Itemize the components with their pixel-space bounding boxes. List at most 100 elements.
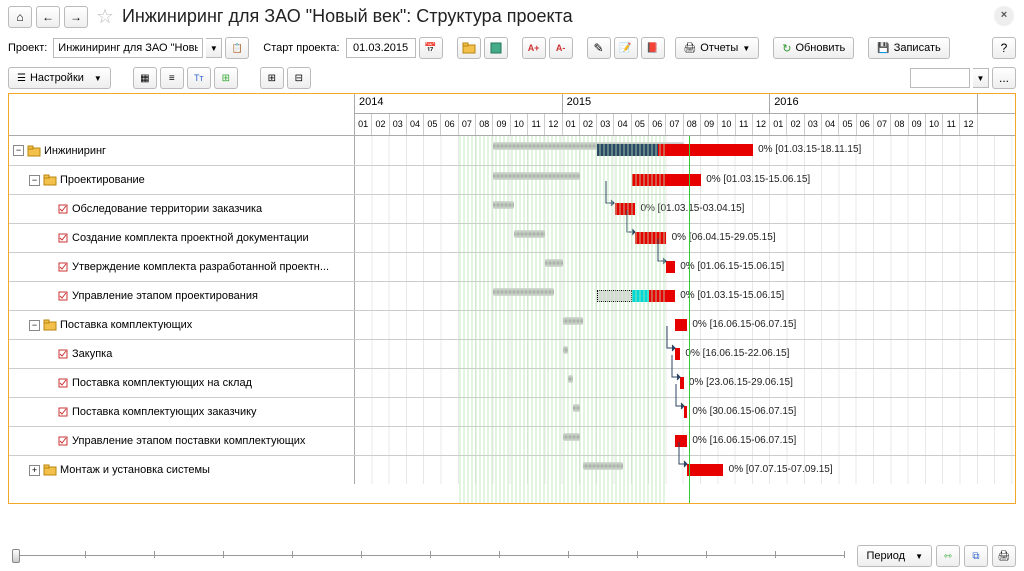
task-name: Поставка комплектующих на склад	[72, 377, 252, 389]
task-tree-cell[interactable]: Управление этапом поставки комплектующих	[9, 427, 355, 455]
filter-dropdown[interactable]: ▼	[973, 68, 989, 88]
task-tree-cell[interactable]: Закупка	[9, 340, 355, 368]
task-tree-cell[interactable]: −Проектирование	[9, 166, 355, 194]
view-tree-button[interactable]: ▦	[133, 67, 157, 89]
gantt-bars-area[interactable]: 0% [16.06.15-06.07.15]	[355, 311, 1015, 339]
gantt-bar[interactable]	[675, 435, 687, 447]
project-dropdown-arrow[interactable]: ▼	[206, 38, 222, 58]
expand-toggle[interactable]: −	[29, 320, 40, 331]
back-button[interactable]: ←	[36, 6, 60, 28]
task-icon	[57, 290, 69, 302]
gantt-bar[interactable]	[680, 377, 683, 389]
gantt-row: −Инжиниринг0% [01.03.15-18.11.15]	[9, 136, 1015, 165]
gantt-bars-area[interactable]: 0% [23.06.15-29.06.15]	[355, 369, 1015, 397]
gantt-bar[interactable]	[666, 261, 675, 273]
view-text-button[interactable]: Tт	[187, 67, 211, 89]
gantt-bar[interactable]	[687, 464, 723, 476]
task-tree-cell[interactable]: −Поставка комплектующих	[9, 311, 355, 339]
month-header: 06	[857, 114, 874, 135]
gantt-bar[interactable]	[675, 319, 687, 331]
gantt-bar[interactable]	[635, 232, 666, 244]
zoom-slider[interactable]	[8, 546, 853, 566]
forward-button[interactable]: →	[64, 6, 88, 28]
gantt-bars-area[interactable]: 0% [01.03.15-15.06.15]	[355, 282, 1015, 310]
expand-toggle[interactable]: −	[29, 175, 40, 186]
gantt-bar[interactable]	[684, 406, 687, 418]
gantt-bar-label: 0% [07.07.15-07.09.15]	[729, 464, 833, 475]
view-hierarchy-button[interactable]: ⊞	[214, 67, 238, 89]
baseline-bar	[568, 375, 573, 383]
gantt-bar[interactable]	[632, 174, 701, 186]
gantt-bars-area[interactable]: 0% [01.03.15-03.04.15]	[355, 195, 1015, 223]
task-tree-cell[interactable]: Создание комплекта проектной документаци…	[9, 224, 355, 252]
help-button[interactable]: ?	[992, 37, 1016, 59]
start-date-field[interactable]	[346, 38, 416, 58]
gantt-bars-area[interactable]: 0% [07.07.15-07.09.15]	[355, 456, 1015, 484]
zoom-in-button[interactable]: A+	[522, 37, 546, 59]
print-button[interactable]: 📕	[641, 37, 665, 59]
gantt-row: Закупка 0% [16.06.15-22.06.15]	[9, 339, 1015, 368]
link-view-button[interactable]: ⧉	[964, 545, 988, 567]
gantt-bars-area[interactable]: 0% [16.06.15-22.06.15]	[355, 340, 1015, 368]
gantt-bar[interactable]	[615, 203, 636, 215]
gantt-bar[interactable]	[649, 290, 675, 302]
task-name: Утверждение комплекта разработанной прое…	[72, 261, 329, 273]
gantt-bar[interactable]	[597, 144, 658, 156]
gantt-row: Утверждение комплекта разработанной прое…	[9, 252, 1015, 281]
gantt-bars-area[interactable]: 0% [01.03.15-18.11.15]	[355, 136, 1015, 165]
month-header: 08	[476, 114, 493, 135]
view-columns-button[interactable]: ≡	[160, 67, 184, 89]
period-button[interactable]: Период▼	[857, 545, 932, 567]
gantt-bars-area[interactable]: 0% [01.06.15-15.06.15]	[355, 253, 1015, 281]
expand-toggle[interactable]: −	[13, 145, 24, 156]
month-header: 04	[614, 114, 631, 135]
gantt-bars-area[interactable]: 0% [01.03.15-15.06.15]	[355, 166, 1015, 194]
project-select[interactable]	[53, 38, 203, 58]
folder-open-button[interactable]	[457, 37, 481, 59]
settings-button[interactable]: ☰Настройки▼	[8, 67, 111, 89]
filter-more-button[interactable]: ...	[992, 67, 1016, 89]
month-header: 07	[459, 114, 476, 135]
zoom-out-button[interactable]: A-	[549, 37, 573, 59]
properties-button[interactable]: 📝	[614, 37, 638, 59]
task-name: Закупка	[72, 348, 112, 360]
print-gantt-button[interactable]: 🖨	[992, 545, 1016, 567]
fit-width-button[interactable]: ⇿	[936, 545, 960, 567]
new-item-button[interactable]	[484, 37, 508, 59]
favorite-star-icon[interactable]: ☆	[96, 4, 114, 29]
gantt-bar[interactable]	[632, 290, 649, 302]
gantt-bars-area[interactable]: 0% [06.04.15-29.05.15]	[355, 224, 1015, 252]
filter-field[interactable]	[910, 68, 970, 88]
gantt-bars-area[interactable]: 0% [30.06.15-06.07.15]	[355, 398, 1015, 426]
month-header: 04	[407, 114, 424, 135]
expand-all-button[interactable]: ⊞	[260, 67, 284, 89]
month-header: 11	[528, 114, 545, 135]
gantt-bar-label: 0% [01.03.15-15.06.15]	[706, 174, 810, 185]
calendar-button[interactable]: 📅	[419, 37, 443, 59]
month-header: 09	[701, 114, 718, 135]
gantt-bars-area[interactable]: 0% [16.06.15-06.07.15]	[355, 427, 1015, 455]
gantt-bar[interactable]	[658, 144, 753, 156]
expand-toggle[interactable]: +	[29, 465, 40, 476]
close-button[interactable]: ×	[994, 6, 1014, 26]
task-icon	[57, 348, 69, 360]
gantt-bar[interactable]	[675, 348, 680, 360]
task-tree-cell[interactable]: Утверждение комплекта разработанной прое…	[9, 253, 355, 281]
task-tree-cell[interactable]: Обследование территории заказчика	[9, 195, 355, 223]
reports-button[interactable]: 🖨Отчеты▼	[675, 37, 760, 59]
task-name: Поставка комплектующих заказчику	[72, 406, 257, 418]
collapse-all-button[interactable]: ⊟	[287, 67, 311, 89]
gantt-bar[interactable]	[597, 290, 632, 302]
edit-button[interactable]: ✎	[587, 37, 611, 59]
task-icon	[57, 232, 69, 244]
home-button[interactable]: ⌂	[8, 6, 32, 28]
baseline-bar	[514, 230, 545, 238]
project-open-button[interactable]: 📋	[225, 37, 249, 59]
task-tree-cell[interactable]: −Инжиниринг	[9, 136, 355, 165]
task-tree-cell[interactable]: Поставка комплектующих заказчику	[9, 398, 355, 426]
task-tree-cell[interactable]: Управление этапом проектирования	[9, 282, 355, 310]
save-button[interactable]: 💾Записать	[868, 37, 949, 59]
refresh-button[interactable]: ↻Обновить	[773, 37, 854, 59]
task-tree-cell[interactable]: +Монтаж и установка системы	[9, 456, 355, 484]
task-tree-cell[interactable]: Поставка комплектующих на склад	[9, 369, 355, 397]
